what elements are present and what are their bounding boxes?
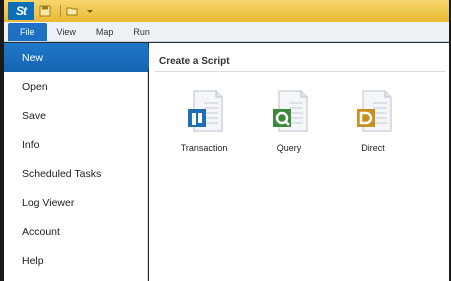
title-bar: St: [4, 0, 449, 22]
transaction-tile[interactable]: Transaction: [171, 89, 237, 153]
direct-tile[interactable]: Direct: [340, 89, 406, 153]
query-tile[interactable]: Query: [256, 89, 322, 153]
quick-access-toolbar: [38, 4, 101, 18]
sidebar-item-new[interactable]: New: [4, 43, 155, 72]
tab-view[interactable]: View: [47, 23, 86, 41]
sidebar-item-account[interactable]: Account: [4, 217, 147, 246]
backstage-sidebar: New Open Save Info Scheduled Tasks Log V…: [4, 43, 155, 281]
sidebar-item-log-viewer[interactable]: Log Viewer: [4, 188, 147, 217]
dropdown-arrow-icon[interactable]: [83, 4, 97, 18]
open-icon[interactable]: [65, 4, 79, 18]
section-title: Create a Script: [159, 56, 230, 67]
tab-run[interactable]: Run: [123, 23, 160, 41]
query-label: Query: [276, 143, 302, 153]
tab-file[interactable]: File: [8, 23, 47, 41]
sidebar-item-info[interactable]: Info: [4, 130, 147, 159]
sidebar-item-open[interactable]: Open: [4, 72, 147, 101]
sidebar-item-help[interactable]: Help: [4, 246, 147, 275]
section-divider: [155, 71, 445, 72]
sidebar-item-scheduled-tasks[interactable]: Scheduled Tasks: [4, 159, 147, 188]
save-icon[interactable]: [38, 4, 52, 18]
sidebar-item-save[interactable]: Save: [4, 101, 147, 130]
transaction-label: Transaction: [180, 143, 228, 153]
direct-script-icon: [357, 90, 392, 132]
tab-map[interactable]: Map: [86, 23, 124, 41]
ribbon-tabs: File View Map Run: [4, 22, 449, 42]
backstage-content: Create a Script Transaction Query Direct: [149, 43, 449, 281]
qat-separator: [60, 5, 61, 17]
transaction-script-icon: [188, 90, 223, 132]
direct-label: Direct: [361, 143, 385, 153]
query-script-icon: [273, 90, 308, 132]
app-logo: St: [8, 2, 34, 20]
